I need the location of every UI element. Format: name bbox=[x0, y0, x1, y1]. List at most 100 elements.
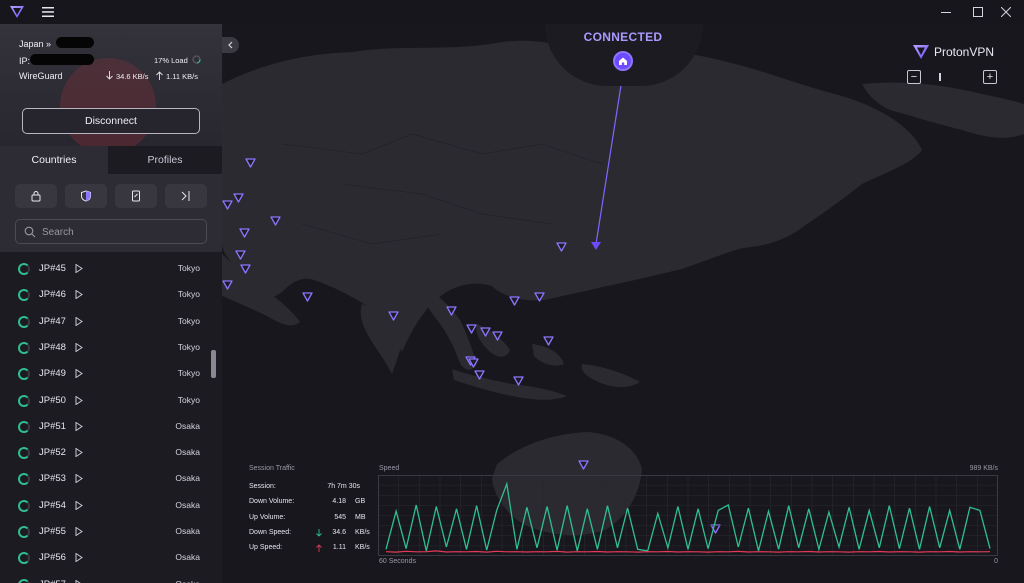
server-city: Osaka bbox=[175, 473, 200, 484]
disconnect-button[interactable]: Disconnect bbox=[22, 108, 200, 134]
file-icon bbox=[132, 190, 140, 202]
server-row[interactable]: JP#50 Tokyo bbox=[0, 388, 210, 414]
connected-country: Japan » bbox=[19, 39, 52, 49]
zoom-level-indicator[interactable] bbox=[939, 73, 941, 81]
scrollbar-thumb[interactable] bbox=[211, 350, 216, 378]
server-row[interactable]: JP#48 Tokyo bbox=[0, 335, 210, 361]
server-row[interactable]: JP#55 Osaka bbox=[0, 519, 210, 545]
play-icon[interactable] bbox=[75, 290, 83, 300]
server-marker-icon[interactable] bbox=[240, 264, 251, 274]
server-row[interactable]: JP#49 Tokyo bbox=[0, 361, 210, 387]
server-row[interactable]: JP#56 Osaka bbox=[0, 545, 210, 571]
server-load-ring-icon bbox=[18, 394, 30, 407]
server-row[interactable]: JP#51 Osaka bbox=[0, 414, 210, 440]
zoom-out-button[interactable]: − bbox=[907, 70, 921, 84]
play-icon[interactable] bbox=[75, 421, 83, 431]
server-marker-icon[interactable] bbox=[466, 324, 477, 334]
close-button[interactable] bbox=[988, 0, 1024, 24]
server-marker-icon[interactable] bbox=[492, 331, 503, 341]
menu-icon[interactable] bbox=[41, 5, 55, 19]
sidebar: Japan » IP: 17% Load WireGuard 34.6 KB/s… bbox=[0, 24, 222, 583]
server-marker-icon[interactable] bbox=[578, 460, 589, 470]
server-marker-icon[interactable] bbox=[534, 292, 545, 302]
protocol-label: WireGuard bbox=[19, 71, 63, 81]
tab-countries[interactable]: Countries bbox=[0, 146, 108, 174]
play-icon[interactable] bbox=[75, 500, 83, 510]
minimize-button[interactable] bbox=[928, 0, 964, 24]
collapse-sidebar-button[interactable] bbox=[222, 37, 239, 53]
server-load-ring-icon bbox=[18, 341, 30, 354]
upload-speed: 1.11 KB/s bbox=[166, 72, 198, 81]
server-load-ring-icon bbox=[18, 289, 30, 302]
close-icon bbox=[1001, 7, 1011, 17]
search-input[interactable] bbox=[42, 223, 202, 241]
server-city: Tokyo bbox=[177, 315, 200, 326]
protonvpn-brand: ProtonVPN bbox=[912, 44, 994, 60]
server-marker-icon[interactable] bbox=[245, 158, 256, 168]
session-label: Session: bbox=[249, 483, 276, 490]
server-marker-icon[interactable] bbox=[474, 370, 485, 380]
play-icon[interactable] bbox=[75, 448, 83, 458]
server-name: JP#48 bbox=[39, 341, 66, 353]
server-marker-icon[interactable] bbox=[480, 327, 491, 337]
play-icon[interactable] bbox=[75, 316, 83, 326]
server-load-ring-icon bbox=[18, 526, 30, 538]
upload-arrow-icon bbox=[156, 71, 163, 80]
tor-icon bbox=[181, 191, 190, 201]
tab-profiles[interactable]: Profiles bbox=[108, 146, 222, 174]
play-icon[interactable] bbox=[75, 474, 83, 484]
server-city: Tokyo bbox=[177, 341, 200, 352]
server-marker-icon[interactable] bbox=[222, 280, 233, 290]
server-row[interactable]: JP#46 Tokyo bbox=[0, 282, 210, 308]
server-city: Tokyo bbox=[177, 289, 200, 300]
server-marker-icon[interactable] bbox=[468, 358, 479, 368]
down-volume-unit: GB bbox=[355, 498, 366, 505]
up-volume-label: Up Volume: bbox=[249, 514, 286, 521]
server-row[interactable]: JP#52 Osaka bbox=[0, 440, 210, 466]
server-marker-icon[interactable] bbox=[239, 228, 250, 238]
play-icon[interactable] bbox=[75, 553, 83, 563]
connection-card: Japan » IP: 17% Load WireGuard 34.6 KB/s… bbox=[0, 24, 222, 146]
server-name: JP#47 bbox=[39, 315, 66, 327]
p2p-filter-button[interactable] bbox=[115, 184, 157, 208]
server-marker-icon[interactable] bbox=[233, 193, 244, 203]
play-icon[interactable] bbox=[75, 264, 83, 273]
server-row[interactable]: JP#54 Osaka bbox=[0, 493, 210, 519]
server-name: JP#54 bbox=[39, 499, 66, 511]
server-name: JP#57 bbox=[39, 579, 66, 583]
server-load-ring-icon bbox=[18, 499, 30, 512]
server-marker-icon[interactable] bbox=[513, 376, 524, 386]
up-volume-unit: MB bbox=[355, 514, 366, 521]
server-marker-icon[interactable] bbox=[302, 292, 313, 302]
server-row[interactable]: JP#57 Osaka bbox=[0, 572, 210, 583]
play-icon[interactable] bbox=[75, 342, 83, 352]
minimize-icon bbox=[941, 12, 951, 13]
server-marker-icon[interactable] bbox=[446, 306, 457, 316]
server-marker-icon[interactable] bbox=[509, 296, 520, 306]
server-load-ring-icon bbox=[18, 447, 30, 460]
server-marker-icon[interactable] bbox=[235, 250, 246, 260]
server-row[interactable]: JP#45 Tokyo bbox=[0, 256, 210, 282]
chart-x-start-label: 60 Seconds bbox=[379, 558, 416, 565]
server-marker-icon[interactable] bbox=[270, 216, 281, 226]
play-icon[interactable] bbox=[75, 527, 83, 536]
lock-icon bbox=[31, 191, 41, 202]
server-marker-icon[interactable] bbox=[388, 311, 399, 321]
play-icon[interactable] bbox=[75, 579, 83, 583]
redacted-block bbox=[56, 37, 94, 48]
home-button[interactable] bbox=[613, 51, 633, 71]
server-name: JP#45 bbox=[39, 263, 66, 274]
up-speed-arrow-icon bbox=[316, 544, 322, 552]
server-marker-icon[interactable] bbox=[222, 200, 233, 210]
protonvpn-window: Japan » IP: 17% Load WireGuard 34.6 KB/s… bbox=[0, 0, 1024, 583]
server-row[interactable]: JP#47 Tokyo bbox=[0, 309, 210, 335]
zoom-in-button[interactable]: + bbox=[983, 70, 997, 84]
play-icon[interactable] bbox=[75, 369, 83, 379]
server-marker-icon[interactable] bbox=[556, 242, 567, 252]
play-icon[interactable] bbox=[75, 395, 83, 405]
server-row[interactable]: JP#53 Osaka bbox=[0, 466, 210, 492]
secure-core-filter-button[interactable] bbox=[15, 184, 57, 208]
netshield-filter-button[interactable] bbox=[65, 184, 107, 208]
tor-filter-button[interactable] bbox=[165, 184, 207, 208]
server-marker-icon[interactable] bbox=[543, 336, 554, 346]
